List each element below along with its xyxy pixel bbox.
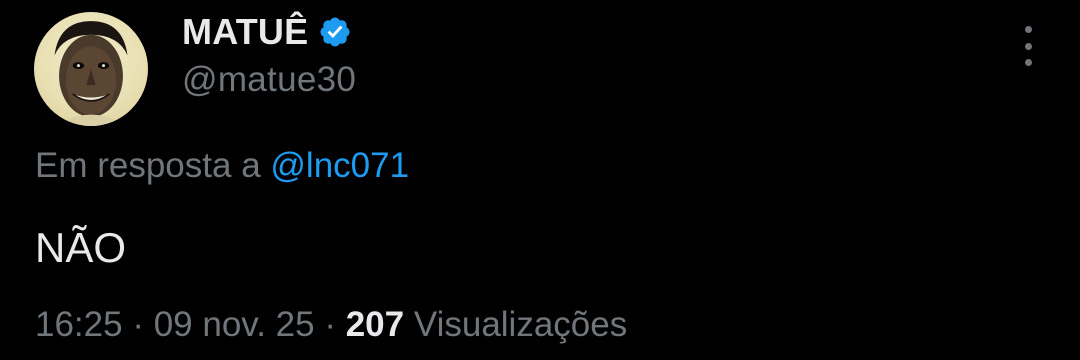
views-count[interactable]: 207 <box>346 305 404 344</box>
avatar[interactable] <box>34 12 148 126</box>
reply-prefix: Em resposta a <box>35 146 261 185</box>
reply-context: Em resposta a @lnc071 <box>35 146 409 186</box>
reply-to-handle-link[interactable]: @lnc071 <box>270 146 409 185</box>
tweet-meta: 16:25 · 09 nov. 25 · 207 Visualizações <box>35 305 627 345</box>
tweet-container: MATUÊ @matue30 Em resposta a @lnc071 NÃO… <box>0 0 1080 360</box>
tweet-date[interactable]: 09 nov. 25 <box>154 305 315 344</box>
more-dot <box>1024 59 1032 66</box>
avatar-face-icon <box>54 21 128 126</box>
meta-separator: · <box>132 305 144 344</box>
tweet-text: NÃO <box>35 224 127 271</box>
author-handle[interactable]: @matue30 <box>182 60 356 100</box>
tweet-time[interactable]: 16:25 <box>35 305 123 344</box>
verified-badge-icon[interactable] <box>318 15 352 49</box>
more-dot <box>1024 26 1032 33</box>
author-name-row: MATUÊ <box>182 10 352 54</box>
more-vertical-icon[interactable] <box>1016 26 1040 66</box>
meta-separator: · <box>324 305 336 344</box>
more-dot <box>1024 42 1032 50</box>
views-label[interactable]: Visualizações <box>414 305 627 344</box>
display-name[interactable]: MATUÊ <box>182 11 308 53</box>
